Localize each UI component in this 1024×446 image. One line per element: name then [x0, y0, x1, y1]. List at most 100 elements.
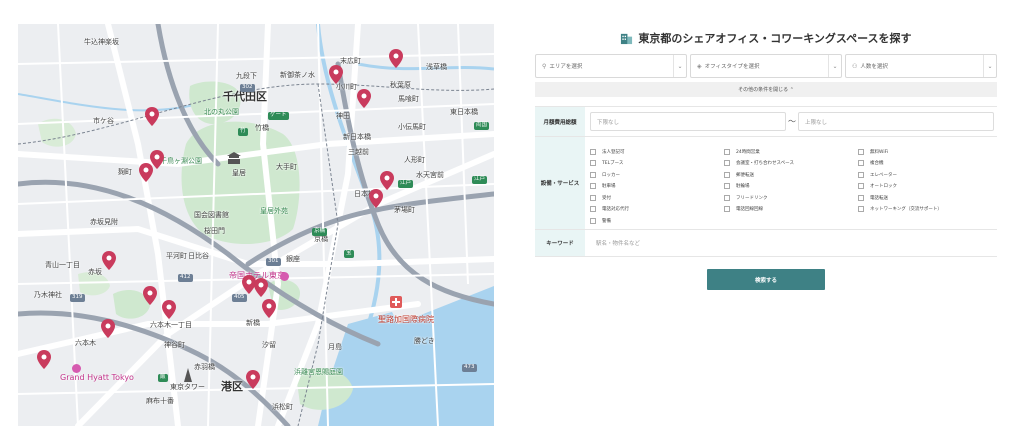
- map-label-kokyo: 皇居: [232, 169, 246, 177]
- map-pin[interactable]: [357, 89, 371, 108]
- people-select-placeholder: 人数を選択: [860, 64, 888, 70]
- checkbox[interactable]: [858, 183, 864, 189]
- map-label-akasaka: 赤坂: [88, 268, 102, 276]
- keyword-label: キーワード: [535, 230, 585, 256]
- service-checkbox[interactable]: 複合機: [858, 159, 992, 168]
- checkbox[interactable]: [590, 217, 596, 224]
- route-badge: 竹: [238, 128, 248, 136]
- map-pin[interactable]: [143, 286, 157, 305]
- map-label-otemachi: 大手町: [276, 163, 297, 171]
- map-label-asakusabashi: 浅草橋: [426, 63, 447, 71]
- checkbox[interactable]: [724, 160, 730, 166]
- service-checkbox[interactable]: 受付: [590, 193, 724, 202]
- map-label-tsukishima: 月島: [328, 343, 342, 351]
- service-checkbox[interactable]: 法人登記可: [590, 147, 724, 156]
- map-pin[interactable]: [102, 251, 116, 270]
- map-label-suitengumae: 水天宮前: [416, 171, 444, 179]
- map-label-higashinihonbashi: 東日本橋: [450, 108, 478, 116]
- map-label-takebashi: 竹橋: [255, 124, 269, 132]
- search-submit-button[interactable]: 検索する: [707, 269, 825, 290]
- service-checkbox[interactable]: 会議室・打ち合わせスペース: [724, 159, 858, 168]
- service-checkbox[interactable]: 郵便転送: [724, 170, 858, 179]
- service-checkbox[interactable]: ネットワーキング（交流サポート）: [858, 205, 992, 214]
- checkbox[interactable]: [590, 148, 596, 155]
- map-label-grandhyatt: Grand Hyatt Tokyo: [60, 373, 134, 382]
- keyword-input[interactable]: 駅名・物件名など: [590, 234, 992, 253]
- map-label-hospital: 聖路加国際病院: [378, 315, 434, 324]
- map-label-nogizaka: 乃木神社: [34, 291, 62, 299]
- toggle-more-conditions-button[interactable]: その他の条件を開じる ⌃: [535, 82, 997, 97]
- area-select-placeholder: エリアを選択: [549, 64, 583, 70]
- map-label-ushigome: 牛込神楽坂: [84, 38, 119, 46]
- checkbox[interactable]: [590, 194, 596, 201]
- map-label-minato: 港区: [221, 380, 243, 393]
- area-select[interactable]: ⚲ エリアを選択 ⌄: [535, 54, 687, 78]
- chevron-down-icon: ⌄: [828, 55, 841, 77]
- checkbox[interactable]: [724, 206, 730, 212]
- map-pin[interactable]: [145, 107, 159, 126]
- checkbox[interactable]: [590, 160, 596, 166]
- map-pin[interactable]: [380, 171, 394, 190]
- map-pin[interactable]: [389, 49, 403, 68]
- checkbox[interactable]: [858, 160, 864, 166]
- route-badge: 江戸: [398, 180, 414, 188]
- map-pin[interactable]: [329, 65, 343, 84]
- map-label-hamarikyu: 浜離宮恩賜庭園: [294, 368, 343, 376]
- service-checkbox[interactable]: 無料WiFi: [858, 147, 992, 156]
- map-label-mitsukoshimae: 三越前: [348, 148, 369, 156]
- checkbox[interactable]: [858, 194, 864, 201]
- hotel-icon: [280, 272, 289, 281]
- checkbox[interactable]: [590, 183, 596, 189]
- service-checkbox[interactable]: オートロック: [858, 182, 992, 191]
- map-label-kudanshita: 九段下: [236, 72, 257, 80]
- service-checkbox[interactable]: エレベーター: [858, 170, 992, 179]
- map-pin[interactable]: [254, 278, 268, 297]
- checkbox[interactable]: [858, 148, 864, 155]
- route-badge: 両国: [474, 122, 490, 130]
- people-select[interactable]: ⚇ 人数を選択 ⌄: [845, 54, 997, 78]
- map-pin[interactable]: [369, 189, 383, 208]
- chevron-down-icon: ⌄: [673, 55, 686, 77]
- checkbox[interactable]: [724, 148, 730, 155]
- map-pin[interactable]: [162, 300, 176, 319]
- map-pin[interactable]: [37, 350, 51, 369]
- map-label-kachidoki: 勝どき: [414, 337, 435, 345]
- route-badge: 江戸: [472, 176, 488, 184]
- route-shield: 405: [232, 294, 247, 302]
- chevron-down-icon: ⌄: [983, 55, 996, 77]
- service-checkbox[interactable]: ロッカー: [590, 170, 724, 179]
- map-label-hibiya: 日比谷: [188, 252, 209, 260]
- map-label-roppongi: 六本木: [75, 339, 96, 347]
- price-min-input[interactable]: 下限なし: [590, 112, 786, 131]
- service-checkbox[interactable]: 電話転送: [858, 193, 992, 202]
- office-type-select[interactable]: ◈ オフィスタイプを選択 ⌄: [690, 54, 842, 78]
- checkbox[interactable]: [724, 194, 730, 201]
- tokyo-tower-icon: [184, 368, 192, 382]
- checkbox[interactable]: [858, 171, 864, 178]
- map-pin[interactable]: [101, 319, 115, 338]
- map-label-aoyama: 青山一丁目: [45, 261, 80, 269]
- service-checkbox[interactable]: 警備: [590, 216, 724, 225]
- price-max-input[interactable]: 上限なし: [798, 112, 994, 131]
- map-label-ichigaya: 市ケ谷: [93, 117, 114, 125]
- map-label-kojimachi: 麹町: [118, 168, 132, 176]
- map-label-shiodome: 汐留: [262, 341, 276, 349]
- map-pin[interactable]: [139, 163, 153, 182]
- service-checkbox[interactable]: 電話回線回線: [724, 205, 858, 214]
- checkbox[interactable]: [590, 171, 596, 178]
- checkbox[interactable]: [590, 206, 596, 212]
- map-label-akasakamitsuke: 赤坂見附: [90, 218, 118, 226]
- service-checkbox[interactable]: 電話対応代行: [590, 205, 724, 214]
- service-checkbox[interactable]: TELブース: [590, 159, 724, 168]
- checkbox[interactable]: [724, 171, 730, 178]
- checkbox[interactable]: [858, 206, 864, 212]
- service-checkbox[interactable]: 駐車場: [590, 182, 724, 191]
- map[interactable]: 牛込神楽坂 九段下 新御茶ノ水 末広町 秋葉原 浅草橋 小川町 千代田区 神田 …: [18, 24, 494, 426]
- service-checkbox[interactable]: フリードリンク: [724, 193, 858, 202]
- service-checkbox[interactable]: 24時間営業: [724, 147, 858, 156]
- map-pin[interactable]: [246, 370, 260, 389]
- checkbox[interactable]: [724, 183, 730, 189]
- map-label-kamiyacho: 神谷町: [164, 341, 185, 349]
- map-pin[interactable]: [262, 299, 276, 318]
- service-checkbox[interactable]: 駐輪場: [724, 182, 858, 191]
